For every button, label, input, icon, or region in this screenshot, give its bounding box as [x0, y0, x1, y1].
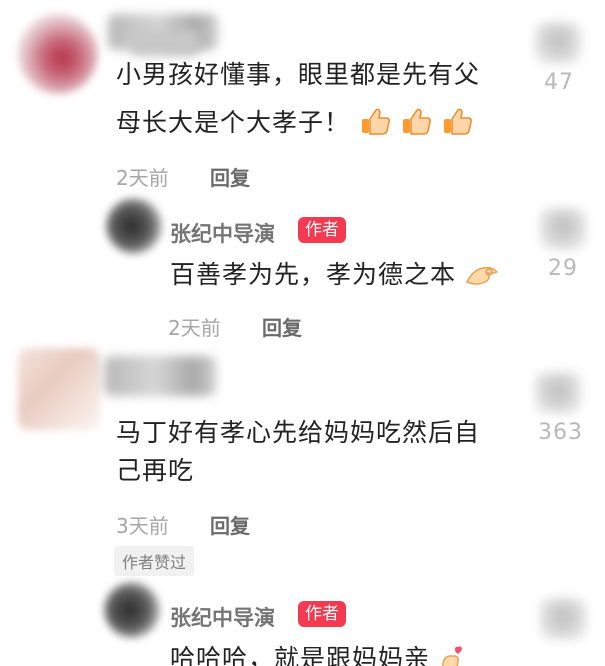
- reply-button[interactable]: 回复: [262, 312, 302, 341]
- reply-timestamp: 2天前: [168, 316, 221, 340]
- username-blurred[interactable]: [104, 356, 216, 396]
- comment-section: 47 小男孩好懂事，眼里都是先有父 母长大是个大孝子！ 2天前 回复 张纪中导演…: [0, 0, 605, 666]
- comment-text-line: 母长大是个大孝子！: [116, 108, 351, 137]
- reply-button[interactable]: 回复: [210, 510, 250, 539]
- thumbs-up-icon: [400, 108, 441, 137]
- username-blurred: [130, 30, 200, 56]
- thumbs-up-icon: [359, 108, 400, 137]
- liked-by-author-tag: 作者赞过: [114, 546, 195, 576]
- reply-text: 百善孝为先，孝为德之本: [170, 256, 499, 294]
- comment-text: 己再吃: [116, 456, 195, 485]
- like-count: 363: [538, 420, 583, 445]
- reply-text-content: 百善孝为先，孝为德之本: [170, 260, 457, 289]
- reply-text-content: 哈哈哈，就是跟妈妈亲: [170, 644, 431, 666]
- author-name[interactable]: 张纪中导演: [170, 602, 275, 632]
- reply-button[interactable]: 回复: [210, 162, 250, 191]
- like-button-blurred[interactable]: [535, 22, 581, 64]
- like-button-blurred[interactable]: [540, 598, 586, 640]
- like-button-blurred[interactable]: [535, 372, 581, 414]
- ok-hand-icon: [465, 260, 499, 289]
- comment-timestamp: 3天前: [116, 514, 169, 538]
- avatar[interactable]: [18, 348, 100, 430]
- finger-heart-icon: [439, 644, 467, 666]
- comment-timestamp: 2天前: [116, 166, 169, 190]
- author-name[interactable]: 张纪中导演: [170, 218, 275, 248]
- author-badge: 作者: [298, 601, 346, 627]
- comment-text: 小男孩好懂事，眼里都是先有父: [116, 60, 481, 89]
- comment-text: 马丁好有孝心先给妈妈吃然后自: [116, 418, 481, 447]
- reply-text: 哈哈哈，就是跟妈妈亲: [170, 640, 467, 666]
- avatar[interactable]: [18, 14, 98, 94]
- like-count: 47: [544, 70, 574, 95]
- author-avatar[interactable]: [104, 582, 160, 638]
- comment-text: 母长大是个大孝子！: [116, 104, 473, 142]
- like-count: 29: [548, 256, 578, 281]
- author-badge: 作者: [298, 217, 346, 243]
- thumbs-up-icon: [441, 108, 473, 137]
- like-button-blurred[interactable]: [540, 208, 586, 250]
- author-avatar[interactable]: [106, 198, 162, 254]
